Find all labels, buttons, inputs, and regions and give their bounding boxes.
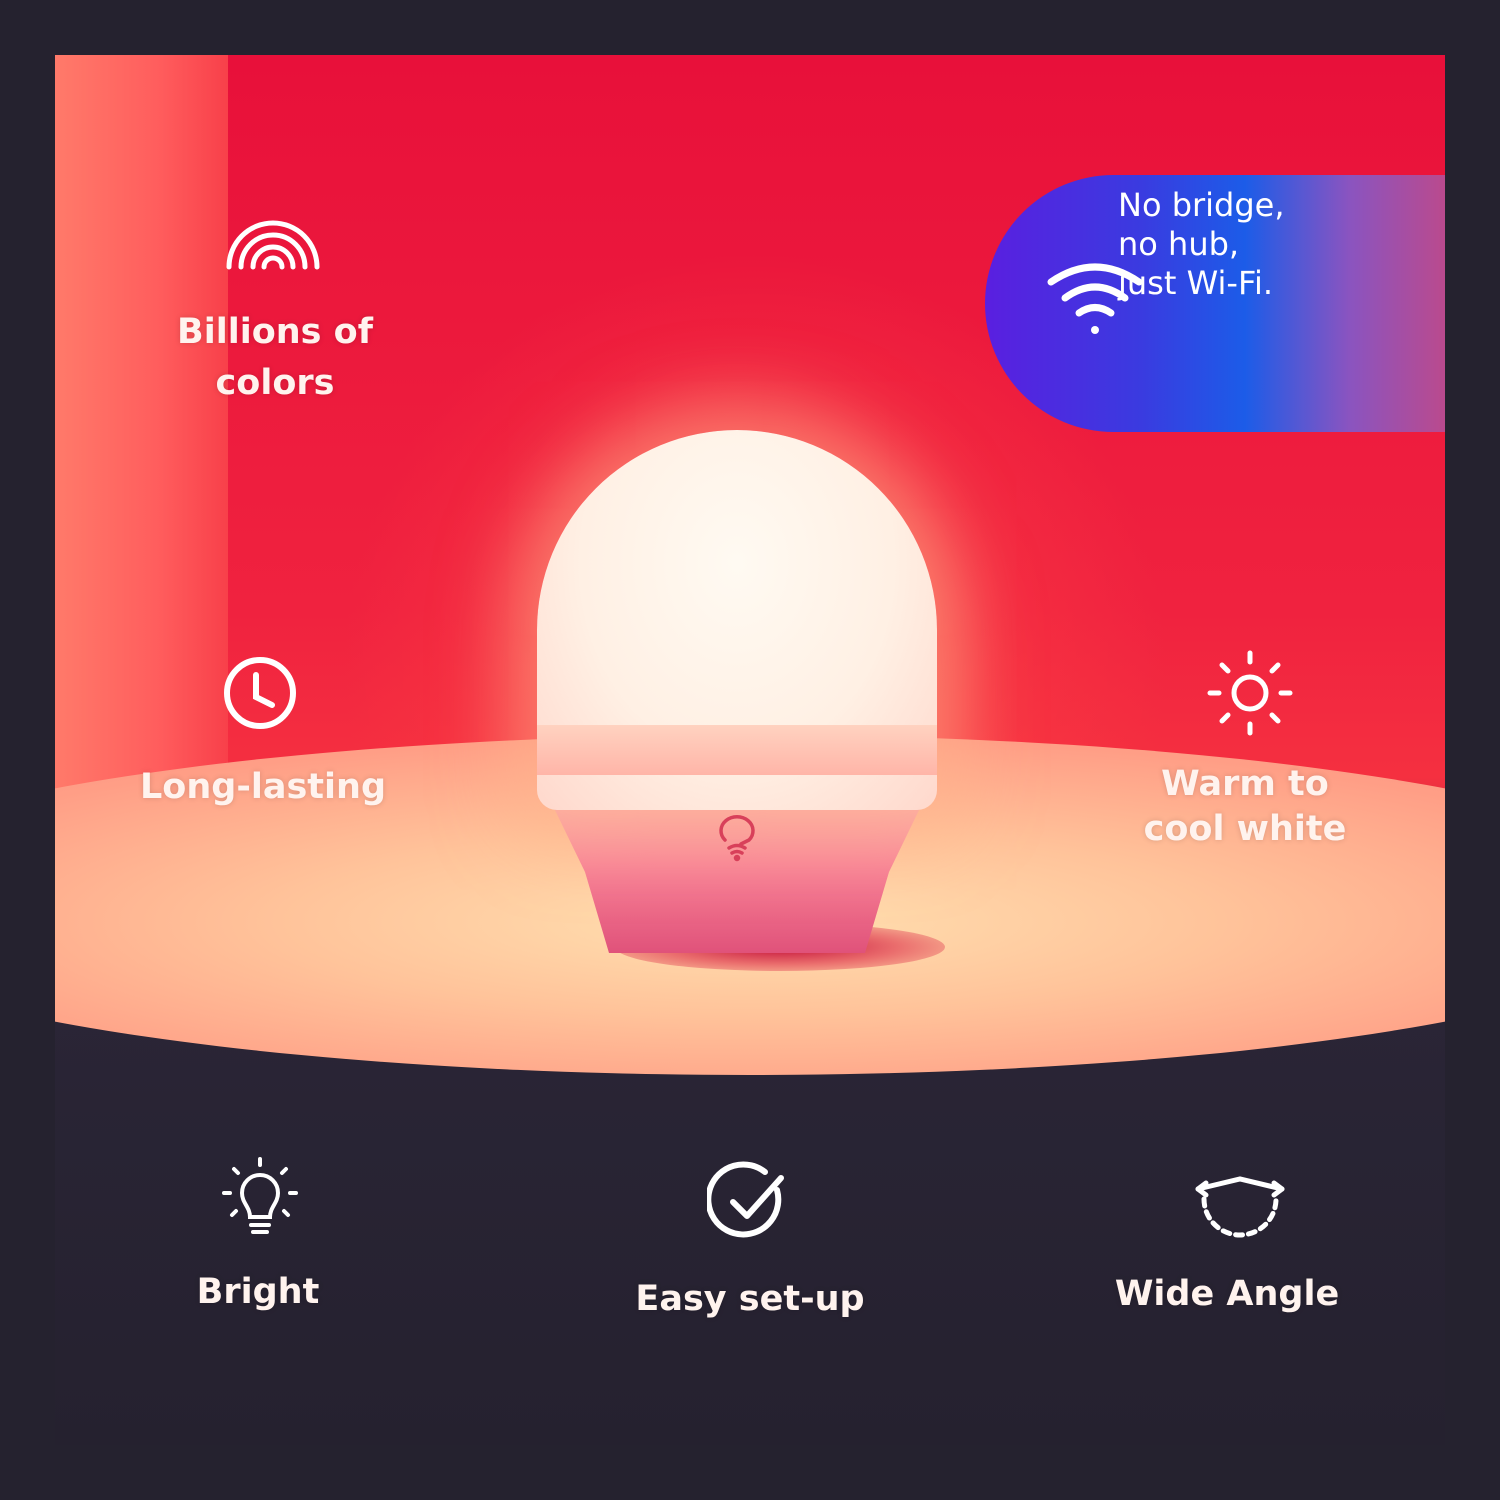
clock-icon [224,657,296,729]
feature-label-line: colors [215,362,335,403]
feature-label-line: Wide Angle [1114,1274,1340,1314]
feature-warm-to-cool-white: Warm to cool white [1144,762,1347,852]
feature-label-line: Easy set-up [635,1279,865,1319]
feature-label-line: Long-lasting [140,767,386,807]
rainbow-icon [226,220,320,270]
wifi-badge-text: No bridge, no hub, just Wi-Fi. [1118,186,1285,303]
feature-long-lasting: Long-lasting [140,762,386,813]
feature-wide-angle: Wide Angle [1115,1269,1339,1320]
feature-label-line: cool white [1143,808,1347,849]
feature-label-line: Warm to [1161,764,1329,804]
sun-icon [1207,650,1293,736]
feature-label-line: Billions of [177,312,373,352]
feature-billions-of-colors: Billions of colors [177,307,373,409]
badge-line: No bridge, [1118,186,1285,224]
badge-line: just Wi-Fi. [1118,264,1274,302]
feature-label-line: Bright [196,1272,320,1312]
bulb-band [537,725,937,775]
wide-angle-icon [1195,1176,1285,1238]
feature-easy-setup: Easy set-up [635,1274,864,1325]
wall-pillar [55,55,228,815]
check-circle-icon [707,1161,784,1238]
badge-line: no hub, [1118,225,1240,263]
feature-bright: Bright [197,1267,320,1318]
brand-logo-icon [719,815,755,862]
lightbulb-icon [222,1157,298,1234]
